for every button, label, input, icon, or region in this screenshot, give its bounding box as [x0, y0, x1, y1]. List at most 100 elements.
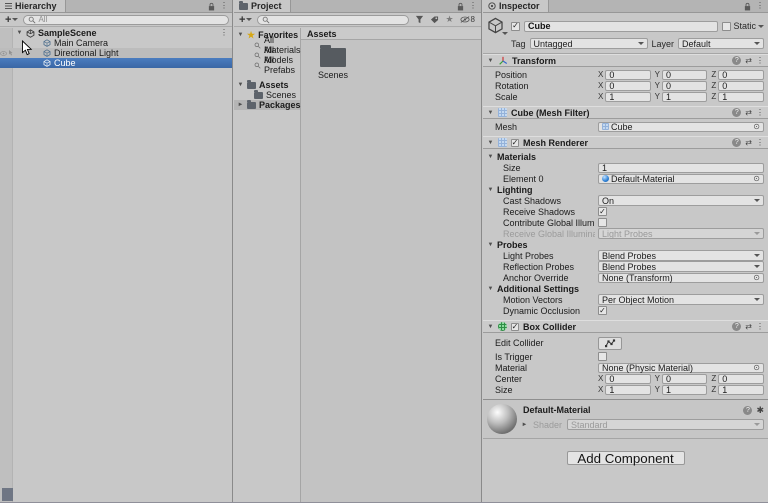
- center-x-field[interactable]: 0: [605, 374, 650, 384]
- tree-item-scenes[interactable]: Scenes: [234, 90, 300, 100]
- component-enabled-checkbox[interactable]: ✓: [511, 323, 519, 331]
- element0-object-field[interactable]: Default-Material ⊙: [598, 174, 764, 184]
- mesh-renderer-header[interactable]: ▼ ✓ Mesh Renderer ? ⇄ ⋮: [483, 136, 768, 149]
- light-probes-dropdown[interactable]: Blend Probes: [598, 250, 764, 261]
- lock-icon[interactable]: [457, 2, 464, 11]
- hidden-packages-toggle[interactable]: 8: [460, 15, 475, 24]
- help-icon[interactable]: ?: [743, 406, 752, 415]
- rotation-y-field[interactable]: 0: [662, 81, 707, 91]
- hierarchy-menu-icon[interactable]: ⋮: [220, 2, 228, 10]
- asset-item-scenes[interactable]: Scenes: [311, 48, 355, 80]
- hierarchy-item-directional-light[interactable]: Directional Light: [0, 48, 232, 58]
- hierarchy-item-main-camera[interactable]: Main Camera: [0, 38, 232, 48]
- lighting-foldout[interactable]: ▼ Lighting: [487, 184, 764, 195]
- hierarchy-create-button[interactable]: +: [3, 14, 20, 26]
- mesh-object-field[interactable]: Cube ⊙: [598, 122, 764, 132]
- component-menu-icon[interactable]: ⋮: [756, 57, 764, 65]
- help-icon[interactable]: ?: [732, 322, 741, 331]
- help-icon[interactable]: ?: [732, 56, 741, 65]
- box-collider-header[interactable]: ▼ ✓ Box Collider ? ⇄ ⋮: [483, 320, 768, 333]
- foldout-open-icon[interactable]: ▼: [237, 32, 244, 38]
- center-z-field[interactable]: 0: [718, 374, 764, 384]
- motion-vectors-dropdown[interactable]: Per Object Motion: [598, 294, 764, 305]
- scene-row[interactable]: ▼ SampleScene ⋮: [0, 28, 232, 38]
- gameobject-name-field[interactable]: [524, 21, 718, 32]
- foldout-closed-icon[interactable]: ►: [521, 422, 528, 428]
- reflection-probes-dropdown[interactable]: Blend Probes: [598, 261, 764, 272]
- layer-dropdown[interactable]: Default: [678, 38, 764, 49]
- row-visibility-toggles[interactable]: [0, 48, 13, 58]
- gear-icon[interactable]: ✱: [756, 406, 764, 415]
- materials-size-field[interactable]: 1: [598, 163, 764, 173]
- rotation-x-field[interactable]: 0: [605, 81, 650, 91]
- presets-icon[interactable]: ⇄: [745, 139, 752, 147]
- foldout-open-icon[interactable]: ▼: [487, 140, 494, 146]
- object-picker-icon[interactable]: ⊙: [753, 364, 760, 372]
- tag-dropdown[interactable]: Untagged: [530, 38, 648, 49]
- add-component-button[interactable]: Add Component: [567, 451, 685, 465]
- help-icon[interactable]: ?: [732, 138, 741, 147]
- component-menu-icon[interactable]: ⋮: [756, 323, 764, 331]
- tree-item-assets[interactable]: ▼ Assets: [234, 80, 300, 90]
- tab-project[interactable]: Project: [234, 0, 291, 12]
- gameobject-icon-button[interactable]: [487, 17, 507, 35]
- lock-icon[interactable]: [744, 2, 751, 11]
- foldout-open-icon[interactable]: ▼: [487, 58, 494, 64]
- presets-icon[interactable]: ⇄: [745, 109, 752, 117]
- scene-options-icon[interactable]: ⋮: [220, 29, 232, 37]
- size-z-field[interactable]: 1: [718, 385, 764, 395]
- hierarchy-visibility-gutter[interactable]: [0, 28, 13, 502]
- object-picker-icon[interactable]: ⊙: [753, 274, 760, 282]
- static-checkbox[interactable]: [722, 22, 731, 31]
- contribute-gi-checkbox[interactable]: [598, 218, 607, 227]
- materials-foldout[interactable]: ▼ Materials: [487, 151, 764, 162]
- project-menu-icon[interactable]: ⋮: [469, 2, 477, 10]
- tab-hierarchy[interactable]: Hierarchy: [0, 0, 66, 12]
- object-picker-icon[interactable]: ⊙: [753, 175, 760, 183]
- foldout-open-icon[interactable]: ▼: [487, 324, 494, 330]
- tree-item-packages[interactable]: ► Packages: [234, 100, 300, 110]
- transform-header[interactable]: ▼ Transform ? ⇄ ⋮: [483, 54, 768, 67]
- project-create-button[interactable]: +: [237, 14, 254, 26]
- anchor-override-field[interactable]: None (Transform) ⊙: [598, 273, 764, 283]
- hierarchy-search-input[interactable]: [38, 15, 224, 24]
- static-dropdown-icon[interactable]: [758, 25, 764, 28]
- component-menu-icon[interactable]: ⋮: [756, 109, 764, 117]
- additional-settings-foldout[interactable]: ▼ Additional Settings: [487, 283, 764, 294]
- position-z-field[interactable]: 0: [718, 70, 764, 80]
- project-search-input[interactable]: [272, 15, 404, 24]
- component-enabled-checkbox[interactable]: ✓: [511, 139, 519, 147]
- position-y-field[interactable]: 0: [662, 70, 707, 80]
- size-x-field[interactable]: 1: [605, 385, 650, 395]
- foldout-closed-icon[interactable]: ►: [237, 102, 244, 108]
- scale-x-field[interactable]: 1: [605, 92, 650, 102]
- rotation-z-field[interactable]: 0: [718, 81, 764, 91]
- foldout-open-icon[interactable]: ▼: [237, 82, 244, 88]
- active-checkbox[interactable]: ✓: [511, 22, 520, 31]
- lock-icon[interactable]: [208, 2, 215, 11]
- scale-z-field[interactable]: 1: [718, 92, 764, 102]
- foldout-open-icon[interactable]: ▼: [16, 30, 23, 36]
- scale-y-field[interactable]: 1: [662, 92, 707, 102]
- position-x-field[interactable]: 0: [605, 70, 650, 80]
- center-y-field[interactable]: 0: [662, 374, 707, 384]
- hierarchy-search[interactable]: [23, 15, 229, 25]
- project-search[interactable]: [257, 15, 409, 25]
- search-by-type-icon[interactable]: [415, 15, 424, 24]
- receive-shadows-checkbox[interactable]: ✓: [598, 207, 607, 216]
- search-by-label-icon[interactable]: [430, 16, 439, 24]
- presets-icon[interactable]: ⇄: [745, 57, 752, 65]
- presets-icon[interactable]: ⇄: [745, 323, 752, 331]
- foldout-open-icon[interactable]: ▼: [487, 110, 494, 116]
- object-picker-icon[interactable]: ⊙: [753, 123, 760, 131]
- is-trigger-checkbox[interactable]: [598, 352, 607, 361]
- hierarchy-item-cube[interactable]: Cube: [0, 58, 232, 68]
- edit-collider-button[interactable]: [598, 337, 622, 350]
- dynamic-occlusion-checkbox[interactable]: ✓: [598, 306, 607, 315]
- tree-item-all-prefabs[interactable]: All Prefabs: [234, 60, 300, 70]
- physic-material-field[interactable]: None (Physic Material) ⊙: [598, 363, 764, 373]
- save-search-star-icon[interactable]: ★: [445, 15, 453, 24]
- mesh-filter-header[interactable]: ▼ Cube (Mesh Filter) ? ⇄ ⋮: [483, 106, 768, 119]
- probes-foldout[interactable]: ▼ Probes: [487, 239, 764, 250]
- tab-inspector[interactable]: Inspector: [483, 0, 549, 12]
